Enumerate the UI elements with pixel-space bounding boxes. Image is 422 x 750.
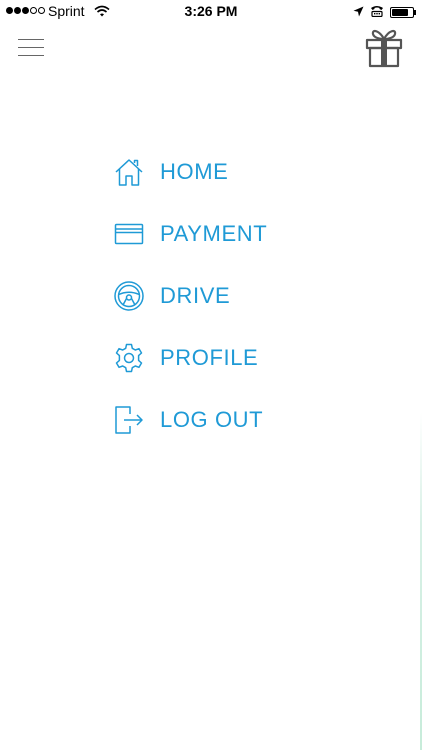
menu-item-logout[interactable]: LOG OUT [112,398,263,442]
gear-icon [112,341,146,375]
battery-icon [390,6,416,18]
menu-item-payment[interactable]: PAYMENT [112,212,267,256]
status-right-icons [353,4,416,20]
menu-item-profile[interactable]: PROFILE [112,336,258,380]
steering-wheel-icon [112,279,146,313]
menu-item-home[interactable]: HOME [112,150,228,194]
menu-item-drive[interactable]: DRIVE [112,274,230,318]
logout-icon [112,403,146,437]
menu-label-home: HOME [160,159,229,184]
menu-label-logout: LOG OUT [160,407,264,432]
location-arrow-icon [353,4,364,20]
status-bar: Sprint 3:26 PM [0,0,422,24]
credit-card-icon [112,217,146,251]
hamburger-menu-button[interactable] [18,37,46,59]
home-icon [112,155,146,189]
gift-button[interactable] [364,26,404,68]
gift-icon [365,29,403,68]
menu-label-profile: PROFILE [160,345,259,370]
menu-label-drive: DRIVE [160,283,231,308]
menu-label-payment: PAYMENT [160,221,268,246]
tty-icon [370,4,384,20]
